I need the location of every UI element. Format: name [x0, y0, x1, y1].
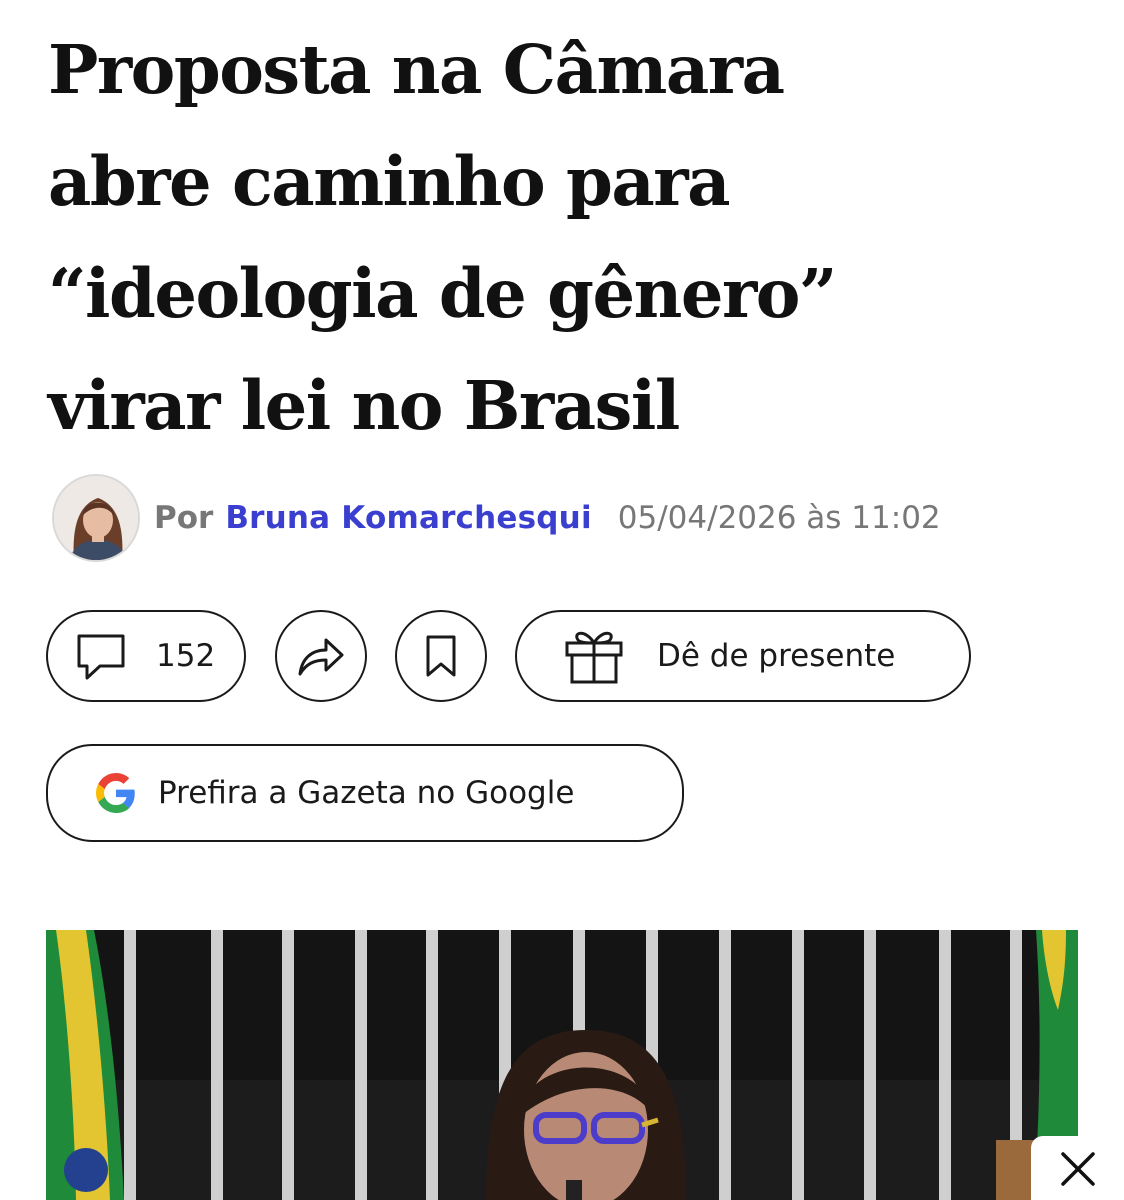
close-icon [1059, 1150, 1097, 1193]
gift-button-label: Dê de presente [657, 638, 896, 674]
comments-button[interactable]: 152 [46, 610, 246, 702]
share-arrow-icon [296, 634, 346, 678]
comments-count: 152 [156, 638, 216, 674]
article-photo [46, 930, 1078, 1200]
byline-text: Por Bruna Komarchesqui 05/04/2026 às 11:… [154, 500, 941, 536]
speech-bubble-icon [76, 631, 126, 681]
google-g-icon [96, 773, 136, 813]
prefer-on-google-button[interactable]: Prefira a Gazeta no Google [46, 744, 684, 842]
headline-line: abre caminho para [48, 142, 730, 221]
share-button[interactable] [275, 610, 367, 702]
author-link[interactable]: Bruna Komarchesqui [225, 500, 591, 536]
save-button[interactable] [395, 610, 487, 702]
author-photo [54, 476, 138, 560]
gift-icon [563, 627, 625, 685]
headline-line: “ideologia de gênero” [48, 254, 837, 333]
article-headline: Proposta na Câmara abre caminho para “id… [48, 14, 1048, 462]
bookmark-icon [424, 634, 458, 678]
author-avatar[interactable] [52, 474, 140, 562]
gift-button[interactable]: Dê de presente [515, 610, 971, 702]
byline: Por Bruna Komarchesqui 05/04/2026 às 11:… [52, 474, 1072, 562]
byline-prefix: Por [154, 500, 214, 536]
photo-illustration [46, 930, 1078, 1200]
headline-line: Proposta na Câmara [48, 30, 785, 109]
close-button[interactable] [1031, 1136, 1124, 1200]
google-button-label: Prefira a Gazeta no Google [158, 775, 575, 811]
headline-line: virar lei no Brasil [48, 366, 680, 445]
publish-date: 05/04/2026 às 11:02 [617, 500, 941, 536]
